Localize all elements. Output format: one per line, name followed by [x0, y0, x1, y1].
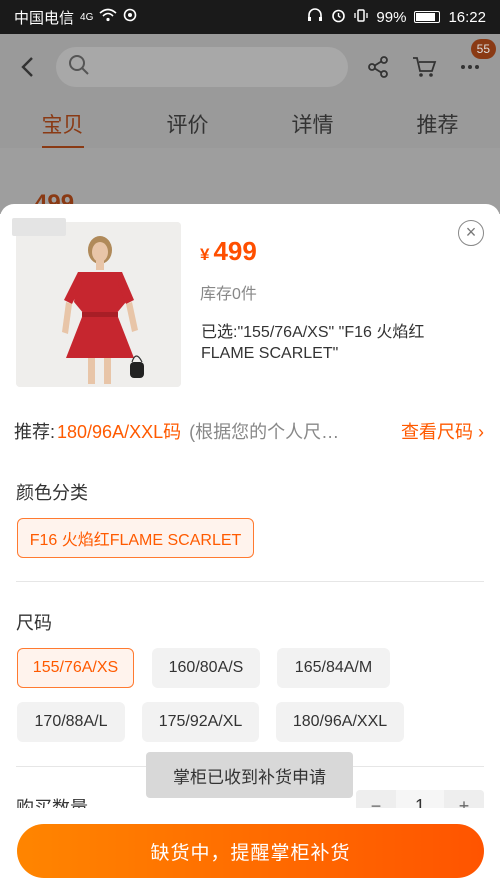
share-icon[interactable] — [362, 51, 394, 83]
search-icon — [68, 54, 90, 81]
product-image — [16, 222, 181, 387]
sync-icon — [123, 8, 137, 26]
size-recommendation: 推荐: 180/96A/XXL码 (根据您的个人尺… 查看尺码 › — [14, 418, 484, 444]
carrier-label: 中国电信 — [14, 9, 75, 27]
toast-message: 掌柜已收到补货申请 — [146, 752, 353, 798]
color-section-title: 颜色分类 — [16, 483, 88, 503]
stock-label: 库存0件 — [200, 286, 257, 303]
selected-sku-text: 已选:"155/76A/XS" "F16 火焰红 FLAME SCARLET" — [201, 324, 425, 362]
page-tabs: 宝贝 评价 详情 推荐 — [0, 100, 500, 149]
vibrate-icon — [354, 8, 369, 27]
chevron-right-icon: › — [478, 422, 484, 442]
cart-badge: 55 — [470, 39, 496, 59]
tab-baobei[interactable]: 宝贝 — [41, 109, 84, 149]
recommend-value: 180/96A/XXL码 — [57, 422, 182, 442]
tab-reviews[interactable]: 评价 — [167, 109, 209, 139]
color-option-flame-scarlet[interactable]: F16 火焰红FLAME SCARLET — [17, 518, 254, 558]
price: ¥499 — [200, 236, 257, 267]
divider — [16, 581, 484, 582]
notify-restock-button[interactable]: 缺货中，提醒掌柜补货 — [17, 824, 484, 878]
price-value: 499 — [213, 236, 257, 266]
wifi-icon — [99, 8, 117, 26]
top-nav: 55 — [0, 34, 500, 100]
clock: 16:22 — [448, 8, 486, 26]
status-bar: 中国电信 4G 99% 16:22 — [0, 0, 500, 34]
search-input[interactable] — [56, 47, 348, 87]
tab-recommend[interactable]: 推荐 — [417, 109, 459, 139]
size-option-xs[interactable]: 155/76A/XS — [17, 648, 134, 688]
battery-icon — [414, 11, 441, 23]
cart-icon[interactable] — [408, 51, 440, 83]
view-size-chart-link[interactable]: 查看尺码 › — [401, 418, 484, 444]
recommend-label: 推荐: — [14, 422, 56, 442]
battery-percent: 99% — [376, 8, 407, 26]
product-page-background: 55 宝贝 评价 详情 推荐 499 — [0, 34, 500, 217]
size-option-s[interactable]: 160/80A/S — [152, 648, 260, 688]
size-option-l[interactable]: 170/88A/L — [17, 702, 125, 742]
alarm-icon — [331, 8, 346, 27]
bottom-bar: 缺货中，提醒掌柜补货 — [0, 808, 500, 888]
back-icon[interactable] — [14, 53, 42, 81]
size-option-xxl[interactable]: 180/96A/XXL — [276, 702, 404, 742]
currency-symbol: ¥ — [200, 245, 210, 264]
sku-sheet: × ¥499 库存0件 已选:"155/76A/XS" "F16 火焰红 FLA… — [0, 204, 500, 888]
size-option-xl[interactable]: 175/92A/XL — [142, 702, 259, 742]
recommend-hint: (根据您的个人尺… — [189, 422, 340, 442]
close-icon[interactable]: × — [458, 220, 484, 246]
size-option-m[interactable]: 165/84A/M — [277, 648, 390, 688]
tab-details[interactable]: 详情 — [292, 109, 334, 139]
network-label: 4G — [80, 11, 94, 23]
size-section-title: 尺码 — [16, 613, 52, 633]
more-icon[interactable]: 55 — [454, 39, 496, 83]
headphones-icon — [307, 8, 323, 26]
image-watermark — [12, 218, 66, 236]
